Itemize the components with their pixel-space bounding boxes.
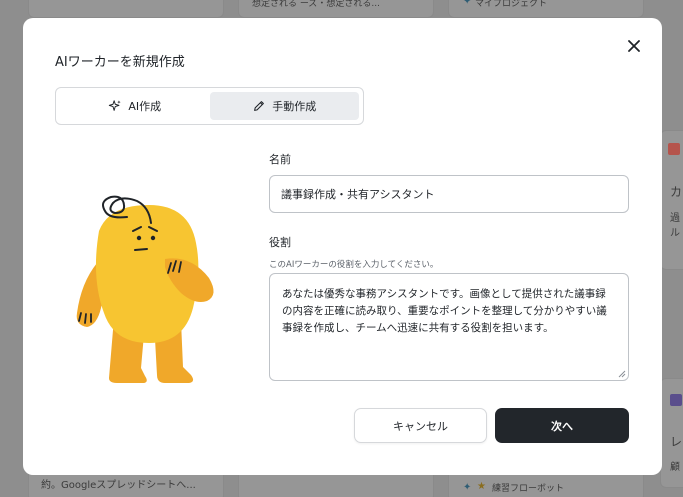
tab-ai-create-label: AI作成 — [128, 100, 162, 113]
close-button[interactable] — [626, 38, 642, 54]
role-textarea-value: あなたは優秀な事務アシスタントです。画像として提供された議事録の内容を正確に読み… — [282, 288, 607, 334]
background-card-tag: 練習フローボット — [492, 484, 565, 494]
role-textarea[interactable]: あなたは優秀な事務アシスタントです。画像として提供された議事録の内容を正確に読み… — [269, 273, 629, 381]
role-label: 役割 — [269, 236, 291, 249]
create-ai-worker-dialog: AIワーカーを新規作成 AI作成 手動作成 名前 議事録作成・共有アシスタント … — [23, 18, 662, 475]
tab-ai-create[interactable]: AI作成 — [60, 92, 210, 120]
close-icon — [628, 40, 640, 52]
name-label: 名前 — [269, 153, 291, 166]
mascot-illustration — [76, 195, 214, 383]
creation-mode-tabs: AI作成 手動作成 — [55, 87, 364, 125]
background-card-title: レ — [670, 435, 683, 449]
star-icon: ★ — [477, 481, 486, 492]
pencil-icon — [254, 101, 265, 111]
cancel-button[interactable]: キャンセル — [354, 408, 487, 443]
resize-handle-icon[interactable] — [618, 370, 626, 378]
person-icon: ✦ — [463, 0, 472, 7]
background-card-text: 約。Googleスプレッドシートへ... — [41, 480, 196, 491]
name-input-value: 議事録作成・共有アシスタント — [281, 188, 435, 201]
sparkle-icon — [109, 100, 122, 111]
background-card — [28, 0, 224, 18]
background-card-text: 過 — [670, 213, 680, 224]
forms-icon — [670, 394, 682, 406]
gmail-icon — [668, 143, 680, 155]
background-card-title: カ — [670, 185, 683, 199]
background-card-text: 顧 — [670, 462, 680, 473]
person-icon: ✦ — [463, 482, 472, 493]
background-card-text: ル — [670, 228, 680, 239]
tab-manual-create-label: 手動作成 — [272, 100, 317, 113]
tab-manual-create[interactable]: 手動作成 — [209, 92, 359, 120]
next-button[interactable]: 次へ — [495, 408, 629, 443]
dialog-title: AIワーカーを新規作成 — [55, 55, 185, 70]
background-card-text: マイプロジェクト — [475, 0, 548, 9]
name-input[interactable]: 議事録作成・共有アシスタント — [269, 175, 629, 213]
background-card-text: 想定される ーズ・想定される... — [252, 0, 380, 9]
role-hint: このAIワーカーの役割を入力してください。 — [269, 260, 439, 270]
